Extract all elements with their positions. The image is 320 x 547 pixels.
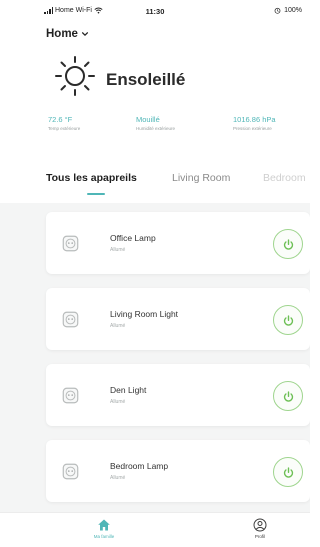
power-toggle-button[interactable] — [273, 457, 303, 487]
app-screen: Home Wi-Fi 11:30 100% Home Ensoleillé 72… — [0, 0, 310, 547]
device-name: Bedroom Lamp — [110, 461, 169, 471]
power-toggle-button[interactable] — [273, 305, 303, 335]
device-card-bedroom-lamp[interactable]: Bedroom Lamp Allumé — [46, 440, 310, 502]
stat-pressure-label: Pression extérieure — [233, 126, 272, 131]
device-status: Allumé — [110, 399, 126, 405]
home-icon — [98, 519, 110, 531]
power-icon — [283, 390, 293, 402]
home-selector-label: Home — [46, 28, 78, 40]
nav-item-family[interactable]: Ma famille — [74, 518, 134, 539]
smart-plug-icon — [62, 311, 79, 328]
power-icon — [283, 238, 293, 250]
stat-temperature: 72.6 °F Temp extérieure — [48, 115, 80, 131]
room-tabs: Tous les apapreils Living Room Bedroom — [0, 163, 310, 203]
nav-label-profile: Profil — [254, 534, 266, 539]
weather-condition: Ensoleillé — [106, 70, 186, 89]
sun-icon — [55, 56, 95, 96]
stat-temperature-label: Temp extérieure — [48, 126, 81, 131]
stat-pressure: 1016.86 hPa Pression extérieure — [233, 115, 276, 131]
power-toggle-button[interactable] — [273, 229, 303, 259]
header: Home Ensoleillé 72.6 °F Temp extérieure — [0, 20, 310, 163]
smart-plug-icon — [62, 463, 79, 480]
chevron-down-icon — [81, 32, 88, 36]
device-name: Living Room Light — [110, 309, 179, 319]
power-icon — [283, 466, 293, 478]
tab-bedroom[interactable]: Bedroom — [263, 172, 306, 184]
battery-percent: 100% — [284, 7, 302, 14]
stat-pressure-value: 1016.86 hPa — [233, 115, 276, 124]
stat-humidity: Mouillé Humidité extérieure — [136, 115, 175, 131]
device-card-den-light[interactable]: Den Light Allumé — [46, 364, 310, 426]
nav-label-family: Ma famille — [93, 534, 115, 539]
status-bar: Home Wi-Fi 11:30 100% — [0, 0, 310, 20]
bottom-nav: Ma famille Profil — [0, 512, 310, 547]
device-name: Den Light — [110, 385, 147, 395]
profile-icon — [253, 518, 267, 532]
status-right-group: 100% — [274, 7, 302, 14]
power-toggle-button[interactable] — [273, 381, 303, 411]
status-time: 11:30 — [145, 7, 165, 16]
alarm-icon — [274, 7, 281, 14]
active-tab-indicator — [87, 193, 105, 195]
home-selector[interactable]: Home — [46, 28, 89, 40]
device-status: Allumé — [110, 475, 126, 481]
nav-item-profile[interactable]: Profil — [230, 518, 290, 539]
stat-temperature-value: 72.6 °F — [48, 115, 73, 124]
device-name: Office Lamp — [110, 233, 156, 243]
stat-humidity-label: Humidité extérieure — [136, 126, 176, 131]
device-status: Allumé — [110, 323, 126, 329]
power-icon — [283, 314, 293, 326]
stat-humidity-value: Mouillé — [136, 115, 160, 124]
smart-plug-icon — [62, 387, 79, 404]
device-card-office-lamp[interactable]: Office Lamp Allumé — [46, 212, 310, 274]
tab-living-room[interactable]: Living Room — [172, 172, 230, 184]
device-status: Allumé — [110, 247, 126, 253]
tab-all-devices[interactable]: Tous les apapreils — [46, 172, 137, 184]
device-card-living-room-light[interactable]: Living Room Light Allumé — [46, 288, 310, 350]
smart-plug-icon — [62, 235, 79, 252]
